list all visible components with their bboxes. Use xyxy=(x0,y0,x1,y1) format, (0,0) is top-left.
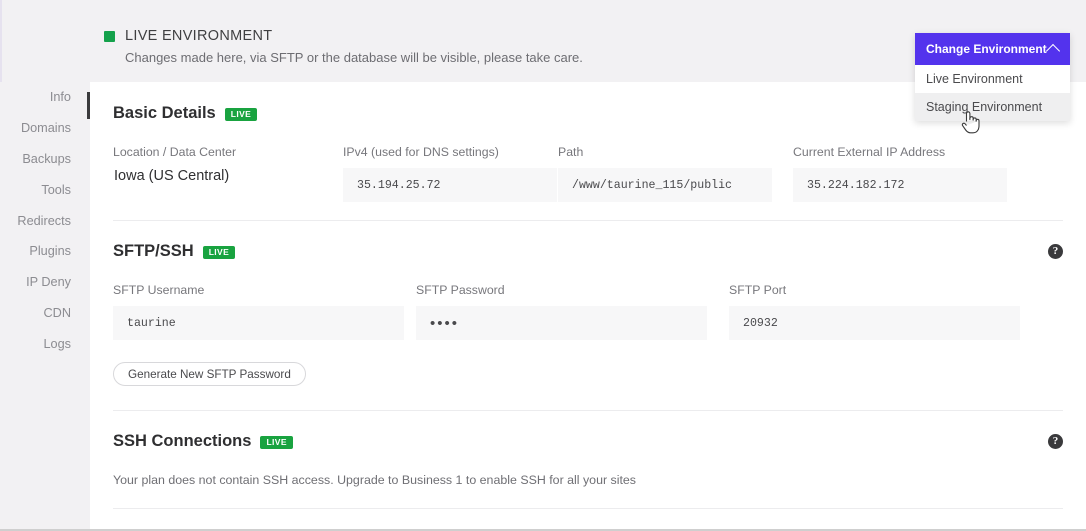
sidebar-item-ip-deny[interactable]: IP Deny xyxy=(0,267,88,298)
change-environment-menu: Live Environment Staging Environment xyxy=(915,65,1070,121)
environment-title: LIVE ENVIRONMENT xyxy=(125,28,273,44)
sidebar-item-logs[interactable]: Logs xyxy=(0,328,88,359)
green-square-icon xyxy=(104,30,115,42)
sftp-password-masked-value: •••• xyxy=(430,314,460,332)
sidebar-item-label: Tools xyxy=(41,182,71,197)
field-value: Iowa (US Central) xyxy=(114,168,230,184)
chevron-up-icon xyxy=(1045,43,1061,58)
change-environment-button[interactable]: Change Environment xyxy=(915,33,1070,65)
sidebar-item-domains[interactable]: Domains xyxy=(0,113,88,144)
help-icon[interactable]: ? xyxy=(1048,434,1063,449)
sidebar-item-label: CDN xyxy=(43,305,72,320)
ipv4-input-wrap xyxy=(343,168,557,202)
main-content-card: Basic Details LIVE Location / Data Cente… xyxy=(90,82,1086,531)
field-path: Path xyxy=(558,145,793,202)
sftp-fields: SFTP Username SFTP Password •••• SFTP Po… xyxy=(113,283,1063,340)
help-icon[interactable]: ? xyxy=(1048,244,1063,259)
sidebar-item-label: Plugins xyxy=(29,244,71,259)
sidebar-item-backups[interactable]: Backups xyxy=(0,144,88,175)
section-database-access: Database Access LIVE xyxy=(90,509,1086,531)
environment-subtitle: Changes made here, via SFTP or the datab… xyxy=(125,50,583,65)
ssh-plan-note: Your plan does not contain SSH access. U… xyxy=(113,473,637,487)
field-label: IPv4 (used for DNS settings) xyxy=(343,145,499,159)
status-badge-live: LIVE xyxy=(202,245,236,260)
current-external-ip-input[interactable] xyxy=(793,168,1007,202)
status-badge-live: LIVE xyxy=(260,435,293,450)
sidebar-item-cdn[interactable]: CDN xyxy=(0,298,88,329)
change-environment-label: Change Environment xyxy=(926,42,1047,56)
sidebar-item-label: Redirects xyxy=(17,213,71,228)
sidebar-item-redirects[interactable]: Redirects xyxy=(0,205,88,236)
sftp-password-input[interactable]: •••• xyxy=(416,306,707,340)
sftp-port-input-wrap xyxy=(729,306,1020,340)
sidebar-item-label: IP Deny xyxy=(26,275,71,290)
app-root: LIVE ENVIRONMENT Changes made here, via … xyxy=(0,0,1086,531)
generate-new-sftp-password-button[interactable]: Generate New SFTP Password xyxy=(113,362,306,386)
sidebar-active-indicator xyxy=(87,92,90,119)
sidebar-item-label: Domains xyxy=(20,121,71,136)
sidebar-item-plugins[interactable]: Plugins xyxy=(0,236,88,267)
change-environment-dropdown[interactable]: Change Environment Live Environment Stag… xyxy=(915,33,1070,121)
field-sftp-password: SFTP Password •••• xyxy=(416,283,729,340)
sidebar-item-list: Info Domains Backups Tools Redirects Plu… xyxy=(0,82,88,359)
ssh-connections-header: SSH Connections LIVE ? xyxy=(113,432,1063,451)
field-sftp-port: SFTP Port xyxy=(729,283,1029,340)
sidebar-item-label: Info xyxy=(49,90,71,105)
field-label: SFTP Password xyxy=(416,283,505,297)
ipv4-input[interactable] xyxy=(343,168,557,202)
sidebar-item-label: Logs xyxy=(43,336,71,351)
menu-item-staging-environment[interactable]: Staging Environment xyxy=(915,93,1070,121)
environment-title-row: LIVE ENVIRONMENT xyxy=(104,28,804,44)
basic-details-fields: Location / Data Center Iowa (US Central)… xyxy=(113,145,1063,202)
section-sftp-ssh: SFTP/SSH LIVE ? SFTP Username SFTP Passw… xyxy=(90,221,1086,386)
sftp-port-input[interactable] xyxy=(729,306,1020,340)
field-label: Path xyxy=(558,145,584,159)
sftp-ssh-header: SFTP/SSH LIVE ? xyxy=(113,242,1063,261)
path-input-wrap xyxy=(558,168,772,202)
section-title: SFTP/SSH xyxy=(113,242,194,260)
field-label: Location / Data Center xyxy=(113,145,237,159)
sftp-username-input[interactable] xyxy=(113,306,404,340)
sidebar-item-info[interactable]: Info xyxy=(0,82,88,113)
field-label: Current External IP Address xyxy=(793,145,946,159)
section-title: SSH Connections xyxy=(113,432,252,450)
environment-banner: LIVE ENVIRONMENT Changes made here, via … xyxy=(104,28,804,65)
menu-item-label: Live Environment xyxy=(926,72,1023,86)
sftp-username-input-wrap xyxy=(113,306,404,340)
path-input[interactable] xyxy=(558,168,772,202)
field-location-data-center: Location / Data Center Iowa (US Central) xyxy=(113,145,343,202)
menu-item-live-environment[interactable]: Live Environment xyxy=(915,65,1070,93)
field-current-external-ip: Current External IP Address xyxy=(793,145,1023,202)
section-ssh-connections: SSH Connections LIVE ? Your plan does no… xyxy=(90,411,1086,487)
section-title: Basic Details xyxy=(113,104,216,122)
generate-password-row: Generate New SFTP Password xyxy=(113,362,1063,386)
field-sftp-username: SFTP Username xyxy=(113,283,416,340)
sidebar: Info Domains Backups Tools Redirects Plu… xyxy=(0,82,88,531)
status-badge-live: LIVE xyxy=(224,107,258,122)
field-label: SFTP Port xyxy=(729,283,787,297)
field-label: SFTP Username xyxy=(113,283,205,297)
sidebar-item-label: Backups xyxy=(22,151,71,166)
external-ip-input-wrap xyxy=(793,168,1007,202)
sidebar-item-tools[interactable]: Tools xyxy=(0,174,88,205)
field-ipv4: IPv4 (used for DNS settings) xyxy=(343,145,558,202)
menu-item-label: Staging Environment xyxy=(926,100,1043,114)
